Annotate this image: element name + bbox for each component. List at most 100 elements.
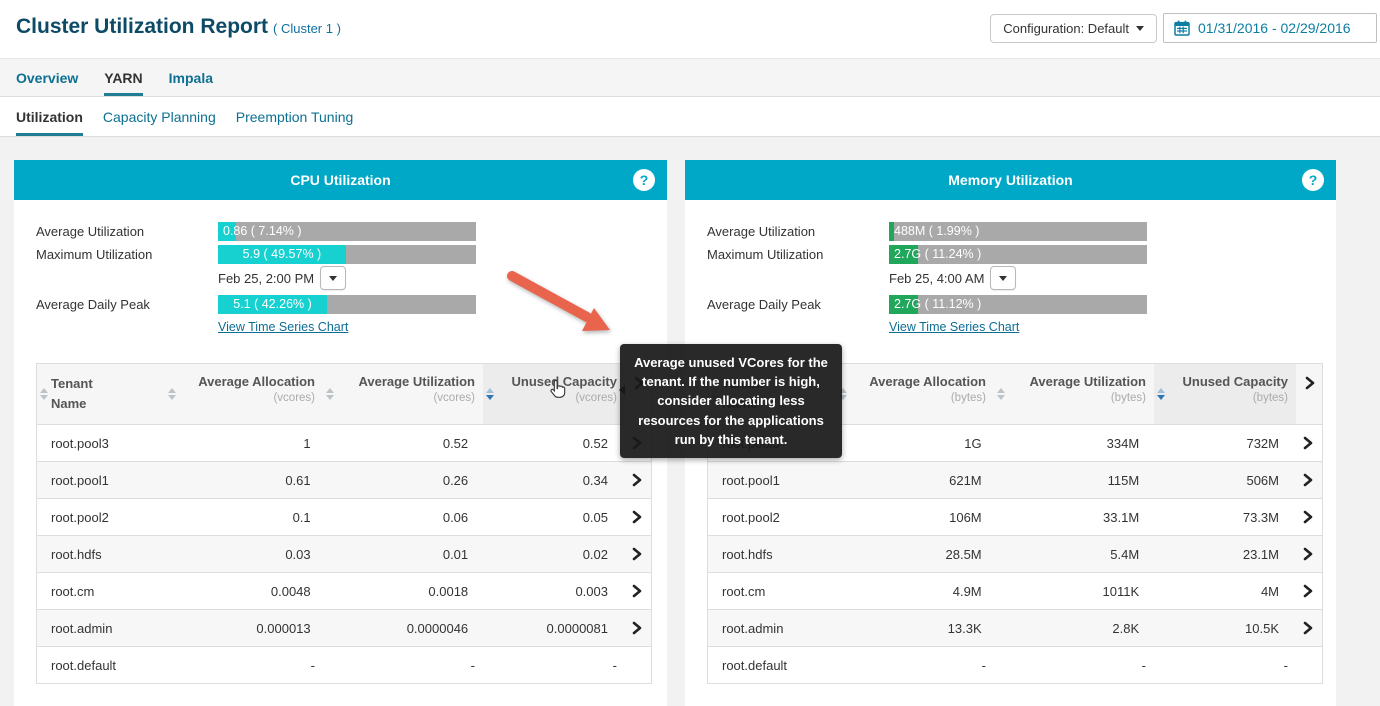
cpu-table-body: root.pool310.520.52 root.pool10.610.260.… [37,424,651,683]
primary-tabs: Overview YARN Impala [0,58,1380,97]
memory-panel-header: Memory Utilization ? [685,160,1336,200]
memory-header-expand[interactable] [1296,364,1322,424]
row-expand-button[interactable] [1287,547,1322,561]
row-expand-button[interactable] [616,584,651,598]
row-expand-button[interactable] [1287,510,1322,524]
subtab-capacity-planning[interactable]: Capacity Planning [103,97,216,136]
chevron-right-icon [630,510,643,524]
memory-view-time-series-link[interactable]: View Time Series Chart [889,320,1019,334]
red-arrow-annotation-icon [498,265,628,350]
row-expand-button[interactable] [616,621,651,635]
memory-peak-bar: 2.7G ( 11.12% ) [889,295,1147,314]
sort-arrows-icon-active[interactable] [486,388,494,400]
cpu-col-tenant-name[interactable]: Tenant Name [37,364,165,424]
subtab-utilization[interactable]: Utilization [16,97,83,136]
cpu-col-average-allocation[interactable]: Average Allocation (vcores) [165,364,323,424]
configuration-dropdown[interactable]: Configuration: Default [990,14,1157,43]
caret-down-icon [999,276,1007,281]
subtab-preemption-tuning[interactable]: Preemption Tuning [236,97,354,136]
row-expand-button[interactable] [616,510,651,524]
cpu-help-icon[interactable]: ? [633,169,655,191]
cpu-col-average-utilization[interactable]: Average Utilization (vcores) [323,364,483,424]
cpu-max-time-label: Feb 25, 2:00 PM [218,271,314,286]
row-expand-button[interactable] [616,547,651,561]
memory-peak-label: Average Daily Peak [707,295,821,314]
page-title-text: Cluster Utilization Report [16,15,268,38]
chevron-right-icon [630,621,643,635]
content-area: CPU Utilization ? Average Utilization 0.… [0,137,1380,706]
table-row: root.admin13.3K2.8K10.5K [708,609,1322,646]
memory-avg-label: Average Utilization [707,222,815,241]
memory-help-icon[interactable]: ? [1302,169,1324,191]
memory-table-body: root.pool31G334M732M root.pool1621M115M5… [708,424,1322,683]
cpu-avg-bar: 0.86 ( 7.14% ) [218,222,476,241]
cpu-tenant-table: Tenant Name Average Allocation (vcores) … [36,363,652,684]
top-header: Cluster Utilization Report( Cluster 1 ) … [0,0,1380,58]
tab-overview[interactable]: Overview [16,59,78,96]
hand-cursor-icon [546,377,569,402]
chevron-right-icon [630,473,643,487]
sort-arrows-icon[interactable] [40,388,48,400]
chevron-right-icon [1303,376,1316,390]
sort-arrows-icon[interactable] [997,388,1005,400]
table-row: root.pool310.520.52 [37,424,651,461]
date-range-label: 01/31/2016 - 02/29/2016 [1198,20,1351,36]
cpu-avg-label: Average Utilization [36,222,144,241]
chevron-right-icon [1301,436,1314,450]
cpu-panel-header: CPU Utilization ? [14,160,667,200]
date-range-picker[interactable]: 01/31/2016 - 02/29/2016 [1163,13,1377,43]
cpu-peak-value: 5.1 ( 42.26% ) [218,295,327,314]
tab-yarn[interactable]: YARN [104,59,142,96]
cpu-avg-value: 0.86 ( 7.14% ) [218,222,302,241]
configuration-dropdown-label: Configuration: Default [1003,21,1129,36]
page-title: Cluster Utilization Report ( Cluster 1 ) [16,15,341,39]
table-row: root.pool10.610.260.34 [37,461,651,498]
cpu-max-bar: 5.9 ( 49.57% ) [218,245,476,264]
memory-panel-title: Memory Utilization [685,160,1336,200]
memory-col-average-utilization[interactable]: Average Utilization (bytes) [994,364,1154,424]
tab-impala[interactable]: Impala [169,59,213,96]
table-row: root.default--- [37,646,651,683]
sort-arrows-icon[interactable] [168,388,176,400]
cpu-peak-label: Average Daily Peak [36,295,150,314]
table-row: root.cm4.9M1011K4M [708,572,1322,609]
chevron-right-icon [630,584,643,598]
cpu-panel-title: CPU Utilization [14,160,667,200]
unused-capacity-tooltip: Average unused VCores for the tenant. If… [620,344,842,458]
cpu-max-time-dropdown[interactable] [320,266,346,290]
row-expand-button[interactable] [1287,473,1322,487]
table-row: root.pool2106M33.1M73.3M [708,498,1322,535]
memory-col-average-allocation[interactable]: Average Allocation (bytes) [836,364,994,424]
chevron-right-icon [630,547,643,561]
cpu-view-time-series-link[interactable]: View Time Series Chart [218,320,348,334]
memory-col-unused-capacity[interactable]: Unused Capacity (bytes) [1154,364,1296,424]
table-row: root.hdfs28.5M5.4M23.1M [708,535,1322,572]
row-expand-button[interactable] [616,473,651,487]
chevron-right-icon [1301,510,1314,524]
secondary-tabs: Utilization Capacity Planning Preemption… [0,97,1380,137]
cpu-max-label: Maximum Utilization [36,245,152,264]
cluster-label: ( Cluster 1 ) [273,21,341,36]
memory-max-time-label: Feb 25, 4:00 AM [889,271,984,286]
memory-max-label: Maximum Utilization [707,245,823,264]
memory-avg-bar: 488M ( 1.99% ) [889,222,1147,241]
row-expand-button[interactable] [1287,436,1322,450]
table-row: root.hdfs0.030.010.02 [37,535,651,572]
row-expand-button[interactable] [1287,584,1322,598]
row-expand-button[interactable] [1287,621,1322,635]
chevron-right-icon [1301,547,1314,561]
chevron-right-icon [1301,473,1314,487]
caret-down-icon [329,276,337,281]
caret-down-icon [1136,26,1144,31]
memory-max-value: 2.7G ( 11.24% ) [889,245,981,264]
chevron-right-icon [1301,584,1314,598]
sort-arrows-icon[interactable] [326,388,334,400]
table-row: root.pool1621M115M506M [708,461,1322,498]
memory-avg-value: 488M ( 1.99% ) [889,222,979,241]
sort-arrows-icon-active[interactable] [1157,388,1165,400]
calendar-icon [1174,20,1190,36]
cpu-utilization-panel: CPU Utilization ? Average Utilization 0.… [14,160,667,706]
memory-max-time-dropdown[interactable] [990,266,1016,290]
memory-peak-value: 2.7G ( 11.12% ) [889,295,981,314]
table-row: root.pool20.10.060.05 [37,498,651,535]
